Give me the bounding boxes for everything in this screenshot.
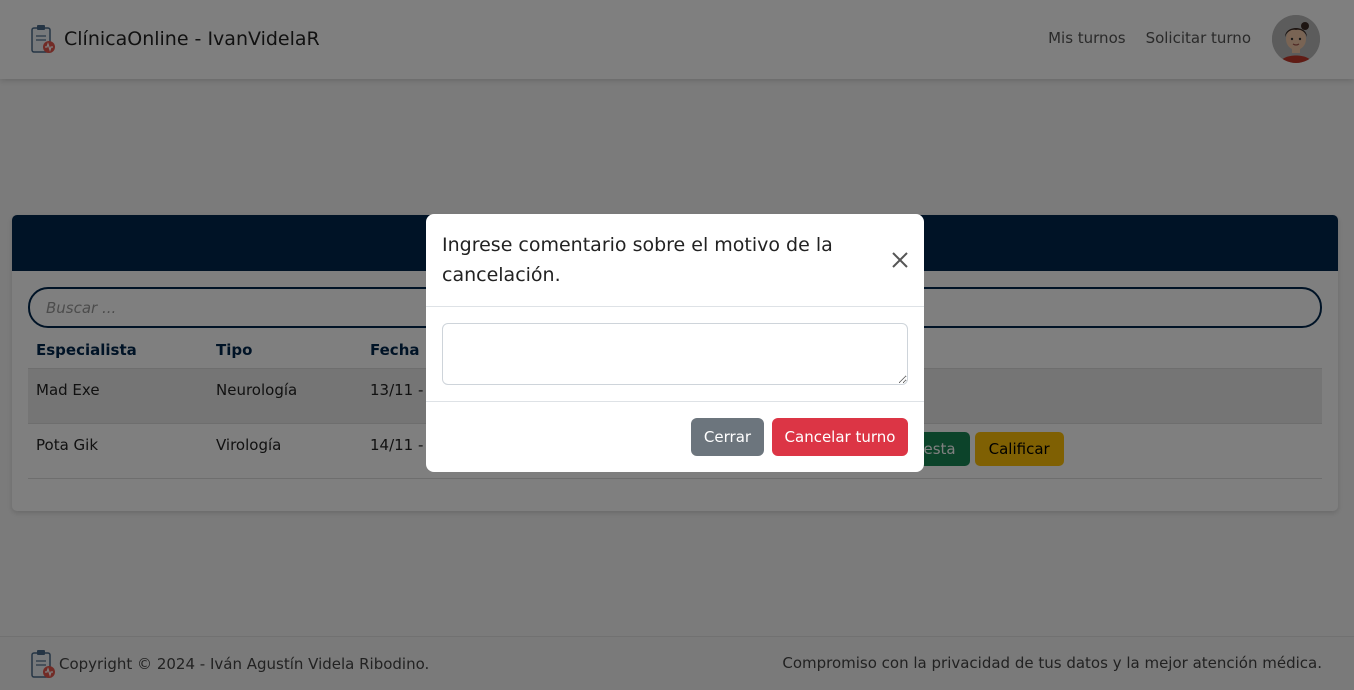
cancel-modal: Ingrese comentario sobre el motivo de la… <box>426 214 924 472</box>
cancel-appointment-button[interactable]: Cancelar turno <box>772 418 908 456</box>
modal-title: Ingrese comentario sobre el motivo de la… <box>442 234 833 286</box>
modal-body <box>426 307 924 402</box>
close-icon[interactable] <box>888 248 912 272</box>
comment-textarea[interactable] <box>442 323 908 385</box>
modal-footer: Cerrar Cancelar turno <box>426 402 924 472</box>
close-button[interactable]: Cerrar <box>691 418 764 456</box>
modal-header: Ingrese comentario sobre el motivo de la… <box>426 214 924 307</box>
